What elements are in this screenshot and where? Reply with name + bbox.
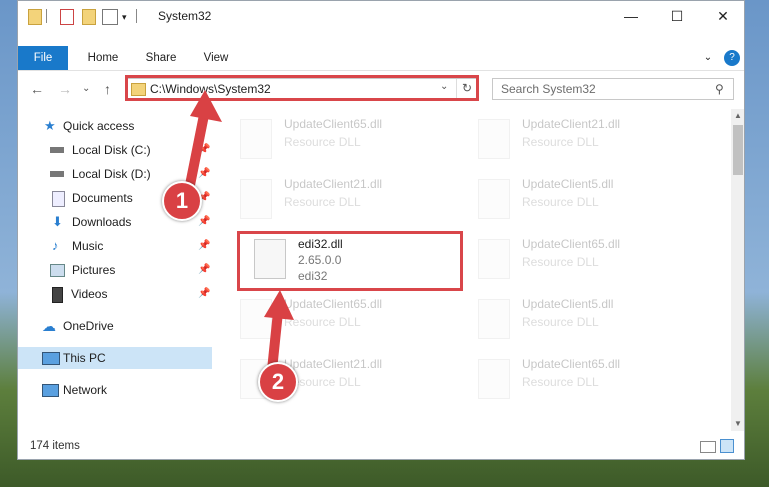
arrow-head-step-2 (264, 290, 294, 320)
step-badge-1: 1 (162, 181, 202, 221)
annotation-arrows (182, 90, 294, 371)
arrow-head-step-1 (190, 90, 222, 122)
step-badge-2: 2 (258, 362, 298, 402)
